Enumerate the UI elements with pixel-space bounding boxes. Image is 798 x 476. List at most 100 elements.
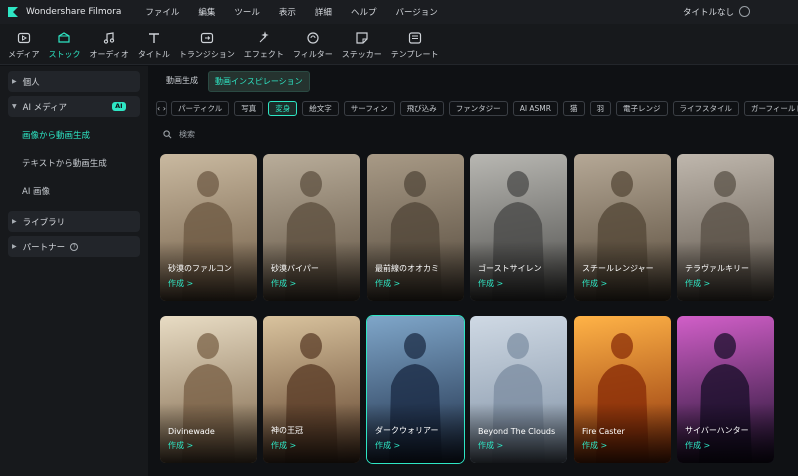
tab-video-generation[interactable]: 動画生成 bbox=[160, 71, 204, 92]
tool-label: テンプレート bbox=[390, 50, 439, 59]
template-name: ダークウォリアー bbox=[375, 426, 439, 435]
chip-transform[interactable]: 変身 bbox=[268, 101, 298, 116]
sidebar-item-ai-image[interactable]: AI 画像 bbox=[0, 177, 148, 205]
create-link[interactable]: 作成 > bbox=[375, 440, 400, 451]
chip-diving[interactable]: 飛び込み bbox=[399, 101, 444, 116]
audio-icon bbox=[101, 30, 117, 46]
create-link[interactable]: 作成 > bbox=[685, 440, 710, 451]
menu-view[interactable]: 表示 bbox=[279, 6, 296, 18]
template-name: ゴーストサイレン bbox=[478, 264, 542, 273]
template-card[interactable]: サイバーハンター 作成 > bbox=[677, 316, 774, 463]
template-card[interactable]: 神の王冠 作成 > bbox=[263, 316, 360, 463]
chip-microwave[interactable]: 電子レンジ bbox=[616, 101, 668, 116]
chip-ai-asmr[interactable]: AI ASMR bbox=[512, 101, 558, 116]
template-card[interactable]: 最前線のオオカミ 作成 > bbox=[367, 154, 464, 301]
chip-emoji[interactable]: 絵文字 bbox=[302, 101, 339, 116]
menu-help[interactable]: ヘルプ bbox=[351, 6, 377, 18]
ai-badge: AI bbox=[112, 102, 126, 111]
template-card-selected[interactable]: ダークウォリアー 作成 > bbox=[366, 315, 465, 464]
tool-effect[interactable]: エフェクト bbox=[244, 30, 284, 64]
document-title[interactable]: タイトルなし bbox=[683, 6, 734, 18]
template-name: サイバーハンター bbox=[685, 426, 749, 435]
template-name: 砂漠バイパー bbox=[271, 264, 319, 273]
chip-photo[interactable]: 写真 bbox=[234, 101, 264, 116]
caret-right-icon: ▶ bbox=[12, 218, 17, 225]
chip-surfing[interactable]: サーフィン bbox=[343, 101, 395, 116]
create-link[interactable]: 作成 > bbox=[582, 278, 607, 289]
tool-stock[interactable]: ストック bbox=[48, 30, 80, 64]
tool-template[interactable]: テンプレート bbox=[391, 30, 439, 64]
menu-edit[interactable]: 編集 bbox=[198, 6, 215, 18]
chip-scroll-buttons[interactable]: ‹ › bbox=[156, 101, 167, 116]
sidebar-item-ai-media[interactable]: ▼ AI メディア AI bbox=[8, 96, 140, 117]
create-link[interactable]: 作成 > bbox=[168, 440, 193, 451]
tool-title[interactable]: タイトル bbox=[138, 30, 170, 64]
chip-wings[interactable]: 羽 bbox=[589, 101, 611, 116]
tool-label: メディア bbox=[8, 50, 40, 59]
tool-filter[interactable]: フィルター bbox=[293, 30, 333, 64]
chip-fantasy[interactable]: ファンタジー bbox=[448, 101, 508, 116]
caret-right-icon: ▶ bbox=[12, 78, 17, 85]
main-content: 動画生成 動画インスピレーション ‹ › パーティクル 写真 変身 絵文字 サー… bbox=[148, 66, 798, 476]
stock-icon bbox=[56, 30, 72, 46]
menu-version[interactable]: バージョン bbox=[395, 6, 437, 18]
menu-tools[interactable]: ツール bbox=[234, 6, 260, 18]
template-card[interactable]: Divinewade 作成 > bbox=[160, 316, 257, 463]
create-link[interactable]: 作成 > bbox=[375, 278, 400, 289]
sidebar-item-personal[interactable]: ▶ 個人 bbox=[8, 71, 140, 92]
tool-label: エフェクト bbox=[243, 50, 284, 59]
template-card[interactable]: Fire Caster 作成 > bbox=[574, 316, 671, 463]
menu-file[interactable]: ファイル bbox=[145, 6, 179, 18]
content-tabs: 動画生成 動画インスピレーション bbox=[160, 71, 314, 92]
template-card[interactable]: Beyond The Clouds 作成 > bbox=[470, 316, 567, 463]
filter-icon bbox=[305, 30, 321, 46]
create-link[interactable]: 作成 > bbox=[271, 440, 296, 451]
chip-garfield[interactable]: ガーフィールド bbox=[744, 101, 798, 116]
help-icon[interactable]: ? bbox=[70, 242, 79, 251]
template-name: Beyond The Clouds bbox=[478, 427, 556, 436]
template-card[interactable]: 砂漠のファルコン 作成 > bbox=[160, 154, 257, 301]
menu-advanced[interactable]: 詳細 bbox=[315, 6, 332, 18]
template-card[interactable]: スチールレンジャー 作成 > bbox=[574, 154, 671, 301]
sidebar-item-label: AI メディア bbox=[22, 102, 68, 113]
template-name: テラヴァルキリー bbox=[685, 264, 749, 273]
chip-cat[interactable]: 猫 bbox=[563, 101, 585, 116]
sidebar-item-label: ライブラリ bbox=[22, 217, 66, 228]
sidebar-item-label: 個人 bbox=[22, 77, 40, 88]
tool-audio[interactable]: オーディオ bbox=[89, 30, 129, 64]
save-status-icon[interactable] bbox=[739, 6, 750, 17]
create-link[interactable]: 作成 > bbox=[582, 440, 607, 451]
category-chips: ‹ › パーティクル 写真 変身 絵文字 サーフィン 飛び込み ファンタジー A… bbox=[156, 101, 798, 117]
main-toolbar: メディア ストック オーディオ タイトル トランジション エフェクト フィルター… bbox=[0, 24, 798, 65]
tab-video-inspiration[interactable]: 動画インスピレーション bbox=[208, 71, 310, 92]
template-name: 砂漠のファルコン bbox=[168, 264, 232, 273]
sidebar-item-label: パートナー bbox=[22, 242, 66, 253]
create-link[interactable]: 作成 > bbox=[271, 278, 296, 289]
tool-media[interactable]: メディア bbox=[8, 30, 39, 64]
sidebar-item-partner[interactable]: ▶ パートナー ? bbox=[8, 236, 140, 257]
create-link[interactable]: 作成 > bbox=[685, 278, 710, 289]
create-link[interactable]: 作成 > bbox=[478, 440, 503, 451]
tool-sticker[interactable]: ステッカー bbox=[342, 30, 382, 64]
search-field[interactable]: 検索 bbox=[163, 129, 195, 140]
sidebar-item-text-to-video[interactable]: テキストから動画生成 bbox=[0, 149, 148, 177]
template-name: 神の王冠 bbox=[271, 426, 303, 435]
sidebar-item-image-to-video[interactable]: 画像から動画生成 bbox=[0, 121, 148, 149]
search-icon bbox=[163, 130, 172, 139]
chip-lifestyle[interactable]: ライフスタイル bbox=[672, 101, 739, 116]
filmora-logo-icon bbox=[6, 5, 20, 19]
effect-icon bbox=[256, 30, 272, 46]
sticker-icon bbox=[354, 30, 370, 46]
caret-down-icon: ▼ bbox=[12, 103, 17, 110]
sidebar-item-library[interactable]: ▶ ライブラリ bbox=[8, 211, 140, 232]
template-icon bbox=[407, 30, 423, 46]
template-card[interactable]: 砂漠バイパー 作成 > bbox=[263, 154, 360, 301]
template-card[interactable]: ゴーストサイレン 作成 > bbox=[470, 154, 567, 301]
tool-transition[interactable]: トランジション bbox=[179, 30, 235, 64]
sidebar: ▶ 個人 ▼ AI メディア AI 画像から動画生成 テキストから動画生成 AI… bbox=[0, 66, 148, 476]
create-link[interactable]: 作成 > bbox=[478, 278, 503, 289]
template-card[interactable]: テラヴァルキリー 作成 > bbox=[677, 154, 774, 301]
create-link[interactable]: 作成 > bbox=[168, 278, 193, 289]
chip-particle[interactable]: パーティクル bbox=[170, 101, 230, 116]
template-name: スチールレンジャー bbox=[582, 264, 654, 273]
